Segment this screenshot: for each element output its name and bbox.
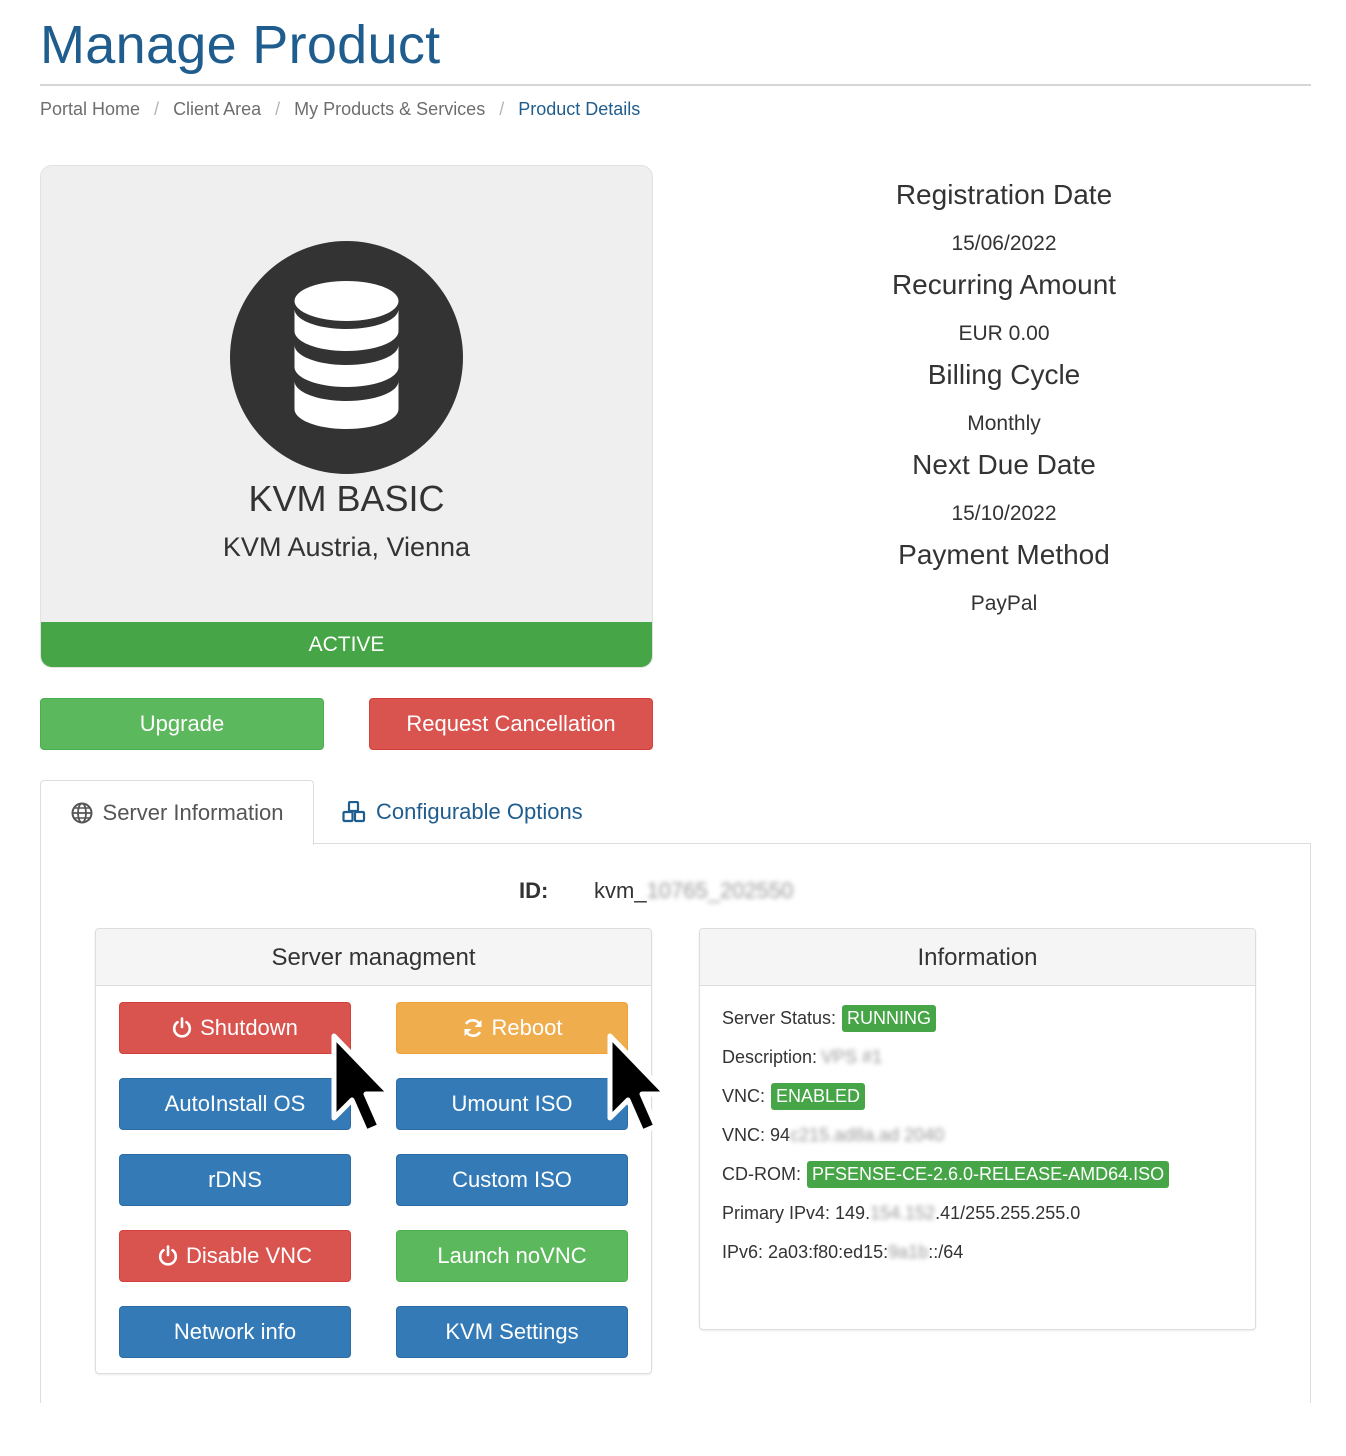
network-info-label: Network info bbox=[173, 1319, 297, 1344]
upgrade-button[interactable]: Upgrade bbox=[40, 698, 324, 750]
server-status-label: Server Status: bbox=[722, 1008, 837, 1028]
tab-server-information-label: Server Information bbox=[102, 800, 284, 825]
disable-vnc-label: Disable VNC bbox=[186, 1243, 312, 1268]
information-list: Server Status: RUNNING Description: VPS … bbox=[722, 999, 1170, 1272]
ipv4-row: Primary IPv4: 149. 154.152.41/255.255.255… bbox=[722, 1194, 1169, 1233]
server-id-row: ID: kvm_10765_202550 bbox=[519, 878, 793, 904]
server-id-prefix: kvm_ bbox=[594, 878, 647, 903]
ipv6-label: IPv6: bbox=[722, 1242, 764, 1262]
server-id-label: ID: bbox=[519, 878, 549, 903]
tab-bar: Server Information Configurable Options bbox=[40, 780, 1311, 845]
recurring-amount-value: EUR 0.00 bbox=[958, 322, 1050, 345]
next-due-date-value: 15/10/2022 bbox=[951, 502, 1057, 525]
description-redacted: VPS #1 bbox=[821, 1047, 883, 1067]
product-card: KVM BASIC KVM Austria, Vienna ACTIVE bbox=[40, 165, 653, 668]
tab-configurable-options[interactable]: Configurable Options bbox=[342, 780, 583, 844]
autoinstall-os-label: AutoInstall OS bbox=[164, 1091, 306, 1116]
breadcrumb-product-details: Product Details bbox=[518, 99, 641, 119]
mouse-cursor-icon bbox=[331, 1033, 393, 1135]
breadcrumb: Portal Home / Client Area / My Products … bbox=[40, 99, 640, 120]
billing-cycle-label: Billing Cycle bbox=[927, 359, 1081, 390]
umount-iso-label: Umount ISO bbox=[451, 1091, 573, 1116]
rdns-button[interactable]: rDNS bbox=[119, 1154, 351, 1206]
ipv4-suffix: .41/255.255.255.0 bbox=[935, 1203, 1081, 1223]
server-id-value: kvm_10765_202550 bbox=[594, 878, 793, 904]
rdns-label: rDNS bbox=[208, 1167, 262, 1192]
description-label: Description: bbox=[722, 1047, 818, 1067]
breadcrumb-separator: / bbox=[275, 99, 281, 119]
breadcrumb-separator: / bbox=[499, 99, 505, 119]
description-row: Description: VPS #1 bbox=[722, 1038, 1169, 1077]
payment-method-value: PayPal bbox=[970, 592, 1038, 615]
vnc-status-row: VNC: ENABLED bbox=[722, 1077, 1169, 1116]
page-title: Manage Product bbox=[40, 15, 441, 75]
registration-date-value: 15/06/2022 bbox=[951, 232, 1057, 255]
kvm-settings-label: KVM Settings bbox=[445, 1319, 579, 1344]
vnc-address-prefix: 94 bbox=[770, 1125, 791, 1145]
payment-method-label: Payment Method bbox=[898, 539, 1110, 570]
ipv6-prefix: 2a03:f80:ed15: bbox=[768, 1242, 889, 1262]
product-icon-circle bbox=[230, 241, 463, 474]
umount-iso-button[interactable]: Umount ISO bbox=[396, 1078, 628, 1130]
server-management-heading: Server managment bbox=[96, 929, 651, 986]
ipv4-label: Primary IPv4: bbox=[722, 1203, 831, 1223]
upgrade-button-label: Upgrade bbox=[139, 711, 225, 736]
custom-iso-label: Custom ISO bbox=[452, 1167, 572, 1192]
tab-server-information[interactable]: Server Information bbox=[40, 780, 314, 845]
cdrom-label: CD-ROM: bbox=[722, 1164, 801, 1184]
globe-icon bbox=[71, 802, 93, 824]
information-panel: Information Server Status: RUNNING Descr… bbox=[699, 928, 1256, 1330]
vnc-address-label: VNC: bbox=[722, 1125, 766, 1145]
cdrom-badge: PFSENSE-CE-2.6.0-RELEASE-AMD64.ISO bbox=[807, 1161, 1170, 1188]
vnc-status-badge: ENABLED bbox=[771, 1083, 866, 1110]
request-cancellation-button[interactable]: Request Cancellation bbox=[369, 698, 653, 750]
launch-novnc-label: Launch noVNC bbox=[437, 1243, 587, 1268]
reboot-button[interactable]: Reboot bbox=[396, 1002, 628, 1054]
request-cancellation-label: Request Cancellation bbox=[406, 711, 616, 736]
mouse-cursor-icon bbox=[607, 1033, 669, 1135]
custom-iso-button[interactable]: Custom ISO bbox=[396, 1154, 628, 1206]
billing-details: Registration Date 15/06/2022 Recurring A… bbox=[760, 178, 1248, 628]
ipv6-redacted: 9a1b bbox=[888, 1242, 929, 1262]
power-icon bbox=[158, 1245, 178, 1266]
kvm-settings-button[interactable]: KVM Settings bbox=[396, 1306, 628, 1358]
power-icon bbox=[172, 1017, 192, 1038]
title-divider bbox=[40, 84, 1311, 86]
breadcrumb-separator: / bbox=[154, 99, 160, 119]
status-badge: ACTIVE bbox=[41, 622, 652, 667]
vnc-address-redacted: c215.ad8a.ad 2040 bbox=[790, 1125, 945, 1145]
breadcrumb-my-products[interactable]: My Products & Services bbox=[294, 99, 485, 120]
vnc-address-row: VNC: 94 c215.ad8a.ad 2040 bbox=[722, 1116, 1169, 1155]
network-info-button[interactable]: Network info bbox=[119, 1306, 351, 1358]
billing-cycle-value: Monthly bbox=[967, 412, 1041, 435]
information-heading: Information bbox=[700, 929, 1255, 986]
server-status-badge: RUNNING bbox=[842, 1005, 937, 1032]
ipv4-prefix: 149. bbox=[835, 1203, 871, 1223]
product-location: KVM Austria, Vienna bbox=[222, 532, 471, 562]
tab-configurable-options-label: Configurable Options bbox=[376, 799, 583, 824]
registration-date-label: Registration Date bbox=[895, 179, 1113, 210]
launch-novnc-button[interactable]: Launch noVNC bbox=[396, 1230, 628, 1282]
server-status-row: Server Status: RUNNING bbox=[722, 999, 1169, 1038]
shutdown-button-label: Shutdown bbox=[200, 1015, 298, 1040]
shutdown-button[interactable]: Shutdown bbox=[119, 1002, 351, 1054]
refresh-icon bbox=[464, 1019, 482, 1037]
product-name: KVM BASIC bbox=[248, 478, 445, 519]
cubes-icon bbox=[342, 801, 366, 823]
disable-vnc-button[interactable]: Disable VNC bbox=[119, 1230, 351, 1282]
breadcrumb-portal-home[interactable]: Portal Home bbox=[40, 99, 140, 120]
next-due-date-label: Next Due Date bbox=[912, 449, 1096, 480]
server-id-redacted: 10765_202550 bbox=[646, 878, 794, 903]
cdrom-row: CD-ROM: PFSENSE-CE-2.6.0-RELEASE-AMD64.I… bbox=[722, 1155, 1170, 1194]
vnc-status-label: VNC: bbox=[722, 1086, 766, 1106]
ipv6-row: IPv6: 2a03:f80:ed15: 9a1b::/64 bbox=[722, 1233, 1169, 1272]
breadcrumb-client-area[interactable]: Client Area bbox=[173, 99, 261, 120]
reboot-button-label: Reboot bbox=[491, 1015, 563, 1040]
recurring-amount-label: Recurring Amount bbox=[891, 269, 1117, 300]
database-icon bbox=[294, 281, 399, 429]
ipv4-redacted: 154.152 bbox=[870, 1203, 936, 1223]
autoinstall-os-button[interactable]: AutoInstall OS bbox=[119, 1078, 351, 1130]
ipv6-suffix: ::/64 bbox=[928, 1242, 964, 1262]
